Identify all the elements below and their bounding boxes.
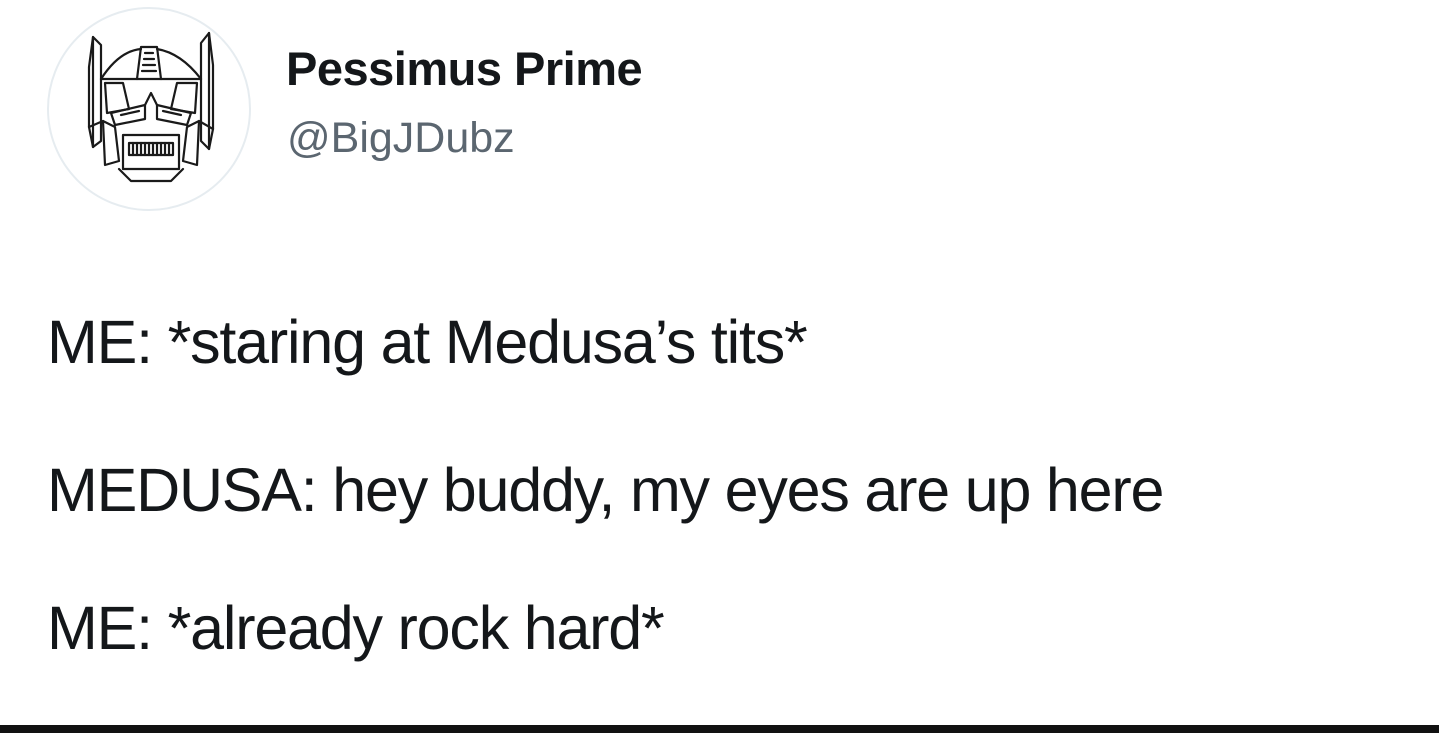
bottom-divider: [0, 725, 1439, 733]
tweet-card: Pessimus Prime @BigJDubz ME: *staring at…: [0, 0, 1439, 725]
user-handle[interactable]: @BigJDubz: [287, 111, 515, 165]
display-name[interactable]: Pessimus Prime: [286, 40, 643, 98]
tweet-text-line: ME: *staring at Medusa’s tits*: [47, 308, 808, 376]
avatar[interactable]: [47, 7, 251, 211]
tweet-text-line: MEDUSA: hey buddy, my eyes are up here: [47, 456, 1164, 524]
robot-helmet-icon: [87, 31, 215, 183]
tweet-text-line: ME: *already rock hard*: [47, 594, 665, 662]
